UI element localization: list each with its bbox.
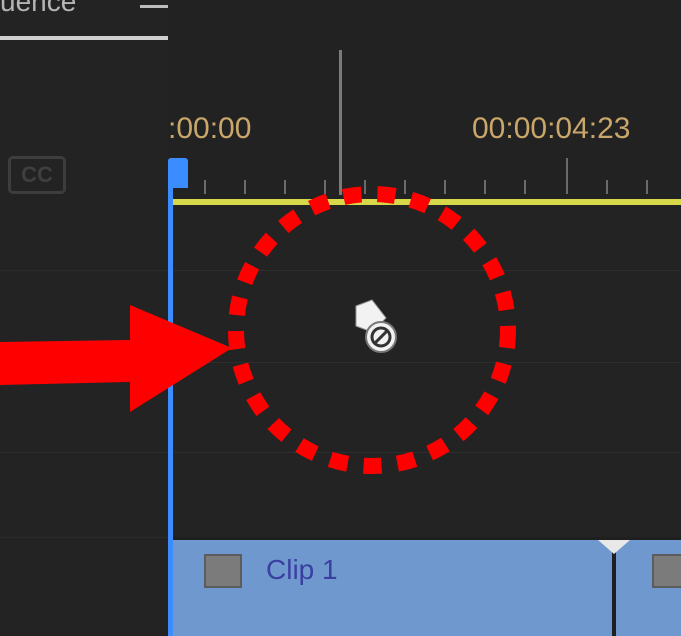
timecode-label: 00:00:04:23 <box>472 112 631 145</box>
work-area-bar[interactable] <box>168 199 681 205</box>
ruler-tick <box>244 180 246 194</box>
ruler-tick <box>364 180 366 194</box>
timecode-label-start: :00:00 <box>168 112 252 145</box>
ruler-tick <box>646 180 648 194</box>
sequence-tab[interactable]: uence <box>0 0 76 18</box>
hamburger-menu-icon[interactable] <box>140 0 170 20</box>
ruler-tick <box>484 180 486 194</box>
clip[interactable]: Clip 1 <box>168 540 612 636</box>
ruler-tick <box>284 180 286 194</box>
track-divider <box>0 362 168 363</box>
ruler-major-tick <box>566 158 568 194</box>
playhead-line[interactable] <box>168 180 173 636</box>
track-divider <box>168 362 681 363</box>
track-divider <box>168 452 681 453</box>
captions-icon[interactable]: CC <box>8 156 66 194</box>
ruler-tick <box>524 180 526 194</box>
clip-label: Clip 1 <box>266 554 338 585</box>
ruler-tick <box>444 180 446 194</box>
ruler-tick <box>606 180 608 194</box>
track-divider <box>0 452 168 453</box>
track-divider <box>0 537 168 538</box>
tab-underline <box>0 36 170 40</box>
time-ruler[interactable]: :00:00 00:00:04:23 <box>168 0 681 200</box>
track-divider <box>0 270 168 271</box>
track-divider <box>168 270 681 271</box>
fx-icon <box>204 554 242 588</box>
clip-marker-icon <box>598 540 630 554</box>
hover-time-line <box>339 50 342 195</box>
track-header-panel: uence CC <box>0 0 170 636</box>
ruler-tick <box>204 180 206 194</box>
fx-icon <box>652 554 681 588</box>
ruler-tick <box>404 180 406 194</box>
ruler-tick <box>324 180 326 194</box>
timeline-panel[interactable]: :00:00 00:00:04:23 Clip 1 <box>168 0 681 636</box>
